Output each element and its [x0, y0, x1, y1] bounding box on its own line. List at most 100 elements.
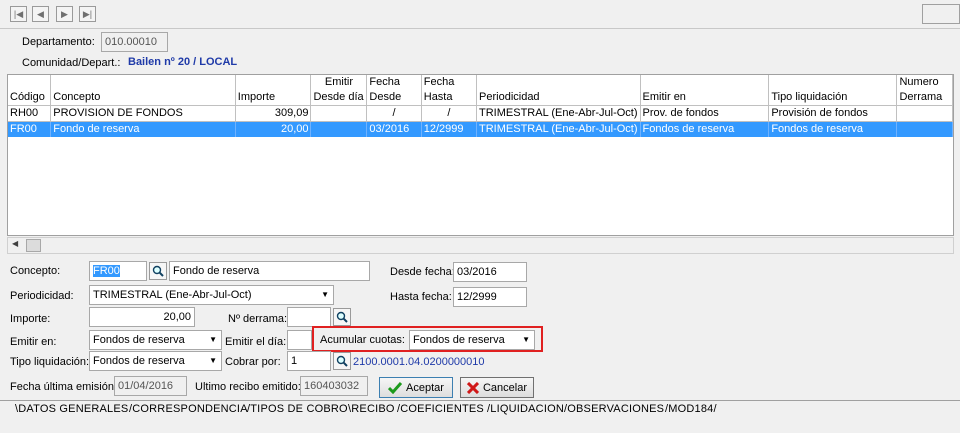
header-cell: Fecha [421, 75, 478, 90]
cobrar-por-input[interactable]: 1 [287, 351, 331, 371]
comunidad-label: Comunidad/Depart.: [22, 57, 121, 69]
cell-desde-dia [310, 105, 368, 122]
horizontal-scrollbar[interactable]: ◀ [7, 237, 954, 254]
last-record-button[interactable]: ▶| [79, 6, 96, 22]
acumular-label: Acumular cuotas: [320, 334, 405, 346]
cell-periodicidad: TRIMESTRAL (Ene-Abr-Jul-Oct) [476, 121, 641, 137]
cancelar-button[interactable]: Cancelar [460, 377, 534, 398]
header-derrama[interactable]: Derrama [896, 90, 953, 106]
cobrar-lookup-button[interactable] [333, 352, 351, 370]
emitir-en-label: Emitir en: [10, 336, 57, 348]
header-cell [8, 75, 52, 90]
header-concepto[interactable]: Concepto [50, 90, 236, 106]
header-cell [235, 75, 312, 90]
cell-derrama [896, 121, 953, 137]
header-importe[interactable]: Importe [235, 90, 312, 106]
cancel-x-icon [466, 381, 479, 394]
desde-fecha-input[interactable]: 03/2016 [453, 262, 527, 282]
ultimo-recibo-label: Ultimo recibo emitido: [195, 381, 301, 393]
emitir-dia-input[interactable] [287, 330, 312, 350]
concepto-code-text: FR00 [93, 265, 120, 277]
cell-hasta: / [421, 105, 478, 122]
scroll-thumb[interactable] [26, 239, 41, 252]
emitir-en-select[interactable]: Fondos de reserva ▼ [89, 330, 222, 350]
emitir-dia-label: Emitir el día: [225, 336, 287, 348]
tab-correspondencia[interactable]: /CORRESPONDENCIA [129, 402, 248, 416]
importe-label: Importe: [10, 313, 51, 325]
tab-datos-generales[interactable]: \DATOS GENERALES [15, 402, 128, 416]
next-record-button[interactable]: ▶ [56, 6, 73, 22]
concepto-label: Concepto: [10, 265, 61, 277]
tab-mod184[interactable]: /MOD184/ [665, 402, 717, 416]
conceptos-table: Emitir Fecha Fecha Numero Código Concept… [8, 75, 953, 137]
tab-label: MOD184 [668, 403, 714, 415]
hasta-fecha-label: Hasta fecha: [390, 291, 452, 303]
fecha-ultima-emision-label: Fecha última emisión: [10, 381, 117, 393]
next-icon: ▶ [61, 8, 68, 19]
tab-label: OBSERVACIONES [567, 403, 665, 415]
cell-desde-dia [310, 121, 368, 137]
first-icon: |◀ [13, 8, 24, 19]
cuenta-bancaria-text: 2100.0001.04.0200000010 [353, 356, 485, 368]
tipo-liquidacion-select[interactable]: Fondos de reserva ▼ [89, 351, 222, 371]
tab-recibo[interactable]: \RECIBO [348, 402, 395, 416]
tab-label: TIPOS DE COBRO [250, 403, 348, 415]
cell-derrama [896, 105, 953, 122]
acumular-select[interactable]: Fondos de reserva ▼ [409, 330, 535, 350]
table-row[interactable]: RH00 PROVISION DE FONDOS 309,09 / / TRIM… [8, 105, 953, 122]
cell-tipo-liquidacion: Provisión de fondos [768, 105, 898, 122]
magnifier-icon [152, 265, 164, 277]
previous-icon: ◀ [37, 8, 44, 19]
periodicidad-select[interactable]: TRIMESTRAL (Ene-Abr-Jul-Oct) ▼ [89, 285, 334, 305]
derrama-input[interactable] [287, 307, 331, 327]
header-cell [50, 75, 236, 90]
hasta-fecha-input[interactable]: 12/2999 [453, 287, 527, 307]
cancelar-label: Cancelar [482, 381, 528, 394]
tipo-liquidacion-value: Fondos de reserva [93, 355, 185, 367]
header-tipo-liquidacion[interactable]: Tipo liquidación [768, 90, 898, 106]
header-desde-dia[interactable]: Desde día [310, 90, 368, 106]
aceptar-button[interactable]: Aceptar [379, 377, 453, 398]
cobrar-por-label: Cobrar por: [225, 356, 281, 368]
tab-tipos-de-cobro[interactable]: /TIPOS DE COBRO [247, 402, 348, 416]
dropdown-arrow-icon: ▼ [321, 290, 329, 299]
table-row-selected[interactable]: FR00 Fondo de reserva 20,00 03/2016 12/2… [8, 121, 953, 137]
concepto-desc-input[interactable]: Fondo de reserva [169, 261, 370, 281]
header-periodicidad[interactable]: Periodicidad [476, 90, 641, 106]
toolbar-box [922, 4, 960, 24]
dropdown-arrow-icon: ▼ [209, 356, 217, 365]
cell-importe: 20,00 [235, 121, 312, 137]
importe-input[interactable]: 20,00 [89, 307, 195, 327]
cell-desde: 03/2016 [366, 121, 422, 137]
aceptar-label: Aceptar [406, 381, 444, 394]
previous-record-button[interactable]: ◀ [32, 6, 49, 22]
header-cell: Emitir [310, 75, 368, 90]
header-desde[interactable]: Desde [366, 90, 422, 106]
cell-importe: 309,09 [235, 105, 312, 122]
departamento-field[interactable]: 010.00010 [101, 32, 168, 52]
header-hasta[interactable]: Hasta [421, 90, 478, 106]
cell-periodicidad: TRIMESTRAL (Ene-Abr-Jul-Oct) [476, 105, 641, 122]
tab-liquidacion[interactable]: /LIQUIDACION [487, 402, 564, 416]
first-record-button[interactable]: |◀ [10, 6, 27, 22]
dropdown-arrow-icon: ▼ [522, 335, 530, 344]
header-codigo[interactable]: Código [8, 90, 52, 106]
tab-coeficientes[interactable]: /COEFICIENTES [397, 402, 484, 416]
concepto-lookup-button[interactable] [149, 262, 167, 280]
fecha-ultima-emision-field: 01/04/2016 [114, 376, 187, 396]
header-emitir-en[interactable]: Emitir en [640, 90, 770, 106]
concepto-code-input[interactable]: FR00 [89, 261, 147, 281]
header-cell: Numero [896, 75, 953, 90]
dropdown-arrow-icon: ▼ [209, 335, 217, 344]
derrama-lookup-button[interactable] [333, 308, 351, 326]
cell-concepto: PROVISION DE FONDOS [50, 105, 236, 122]
cell-emitir-en: Fondos de reserva [640, 121, 770, 137]
ultimo-recibo-field: 160403032 [300, 376, 368, 396]
tab-label: DATOS GENERALES [18, 403, 129, 415]
grid-header-row: Código Concepto Importe Desde día Desde … [8, 90, 953, 106]
cell-desde: / [366, 105, 422, 122]
emitir-en-value: Fondos de reserva [93, 334, 185, 346]
tab-observaciones[interactable]: /OBSERVACIONES [564, 402, 664, 416]
cell-concepto: Fondo de reserva [50, 121, 236, 137]
scroll-left-icon[interactable]: ◀ [12, 239, 18, 248]
